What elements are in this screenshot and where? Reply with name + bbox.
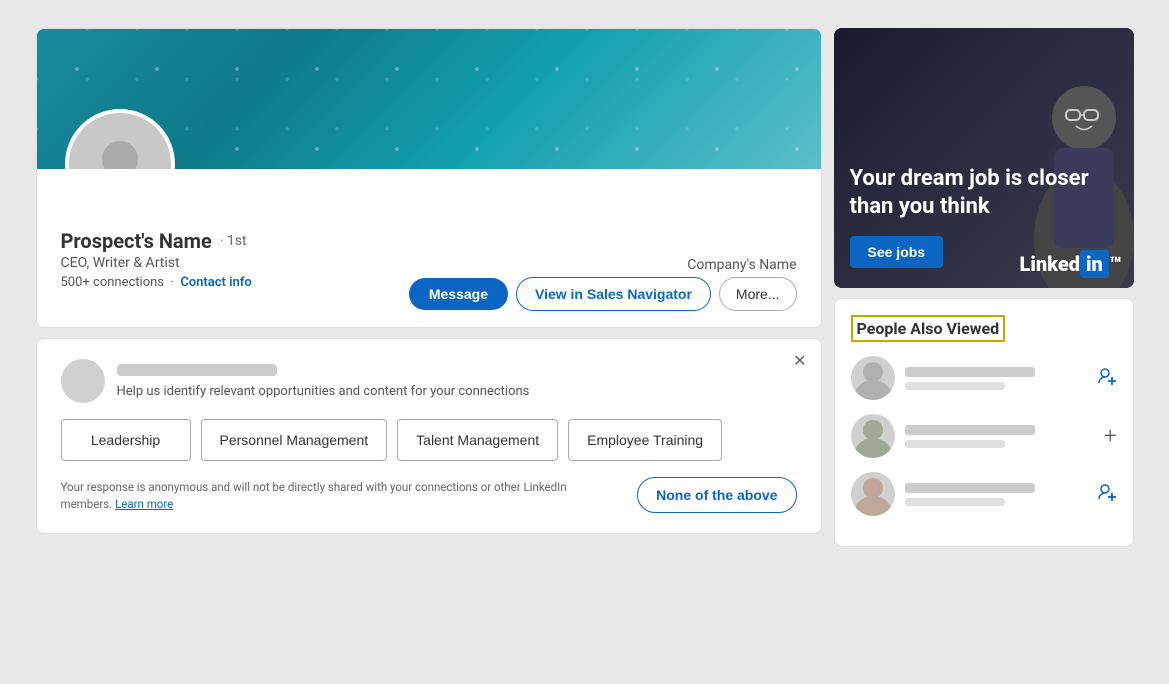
pav-title-bar-3 [905,498,1005,506]
skill-button-personnel-management[interactable]: Personnel Management [201,419,388,461]
profile-headline: CEO, Writer & Artist [61,255,252,271]
add-person-icon-1 [1097,366,1117,386]
people-also-viewed-card: People Also Viewed [834,298,1134,547]
pav-name-bar-3 [905,483,1035,493]
profile-name: Prospect's Name [61,229,212,253]
pav-avatar-3 [851,472,895,516]
linkedin-logo: Linkedin™ [1019,252,1121,276]
pav-avatar-svg-2 [851,414,895,458]
profile-right: Company's Name Message View in Sales Nav… [409,229,797,311]
pav-item-2: + [851,414,1117,458]
linkedin-logo-in: in [1080,250,1109,278]
connection-degree: · 1st [220,233,247,249]
profile-actions: Message View in Sales Navigator More... [409,277,797,311]
contact-info-link[interactable]: Contact info [180,275,251,290]
pav-section-title: People Also Viewed [851,315,1006,342]
pav-avatar-svg-3 [851,472,895,516]
sales-navigator-button[interactable]: View in Sales Navigator [516,277,711,311]
widget-footer: Your response is anonymous and will not … [61,477,797,513]
widget-disclaimer: Your response is anonymous and will not … [61,479,581,514]
pav-item-1 [851,356,1117,400]
widget-title-bar: Help us identify relevant opportunities … [117,364,797,399]
linkedin-logo-text: Linked [1019,252,1080,276]
pav-avatar-1 [851,356,895,400]
ad-headline: Your dream job is closer than you think [850,165,1118,222]
skill-button-leadership[interactable]: Leadership [61,419,191,461]
profile-banner [37,29,821,169]
right-column: Your dream job is closer than you think … [834,28,1134,656]
skill-button-employee-training[interactable]: Employee Training [568,419,722,461]
add-person-icon-3 [1097,482,1117,502]
skills-widget-card: ✕ Help us identify relevant opportunitie… [36,338,822,534]
learn-more-link[interactable]: Learn more [115,497,173,511]
connections-count: 500+ connections [61,275,165,290]
connections-row: 500+ connections · Contact info [61,275,252,290]
pav-item-3 [851,472,1117,516]
widget-close-button[interactable]: ✕ [793,351,806,371]
widget-name-placeholder [117,364,277,376]
ad-see-jobs-button[interactable]: See jobs [850,236,944,268]
profile-info-left: Prospect's Name · 1st CEO, Writer & Arti… [61,229,252,290]
widget-header: Help us identify relevant opportunities … [61,359,797,403]
pav-info-3 [905,483,1087,506]
pav-avatar-svg-1 [851,356,895,400]
pav-connect-button-1[interactable] [1097,366,1117,391]
pav-info-1 [905,367,1087,390]
avatar-wrapper [65,109,175,169]
message-button[interactable]: Message [409,278,508,310]
ad-card: Your dream job is closer than you think … [834,28,1134,288]
name-row: Prospect's Name · 1st [61,229,252,253]
profile-card: Prospect's Name · 1st CEO, Writer & Arti… [36,28,822,328]
widget-subtitle: Help us identify relevant opportunities … [117,384,797,399]
skills-list: Leadership Personnel Management Talent M… [61,419,797,461]
pav-more-button-2[interactable]: + [1104,424,1116,449]
main-column: Prospect's Name · 1st CEO, Writer & Arti… [36,28,822,656]
avatar-silhouette [85,135,155,169]
avatar [65,109,175,169]
pav-name-bar-2 [905,425,1035,435]
pav-connect-button-3[interactable] [1097,482,1117,507]
widget-avatar [61,359,105,403]
pav-info-2 [905,425,1095,448]
pav-title-bar-1 [905,382,1005,390]
pav-name-bar-1 [905,367,1035,377]
profile-info-area: Prospect's Name · 1st CEO, Writer & Arti… [37,169,821,327]
none-above-button[interactable]: None of the above [637,477,796,513]
page-wrapper: Prospect's Name · 1st CEO, Writer & Arti… [20,12,1150,672]
pav-avatar-2 [851,414,895,458]
pav-title-bar-2 [905,440,1005,448]
company-name: Company's Name [409,257,797,273]
more-button[interactable]: More... [719,277,797,311]
skill-button-talent-management[interactable]: Talent Management [397,419,558,461]
